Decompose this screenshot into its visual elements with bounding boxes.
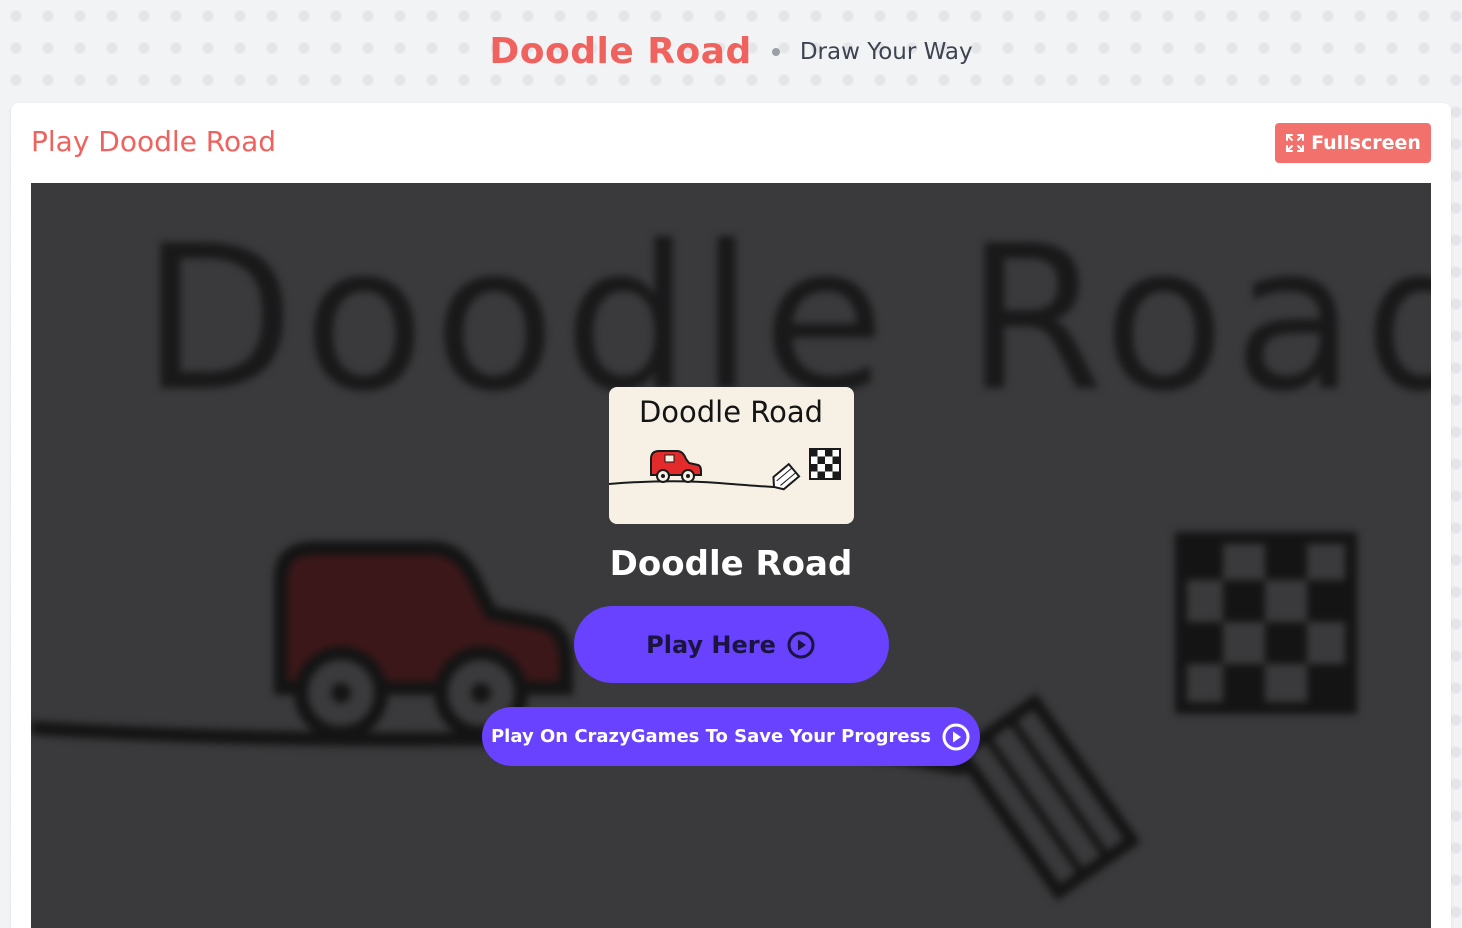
play-circle-icon bbox=[786, 630, 816, 660]
site-title[interactable]: Doodle Road bbox=[489, 31, 751, 72]
fullscreen-button[interactable]: Fullscreen bbox=[1275, 123, 1431, 163]
play-here-button[interactable]: Play Here bbox=[573, 606, 889, 683]
car-icon bbox=[649, 450, 702, 483]
site-header: Doodle Road Draw Your Way bbox=[0, 0, 1462, 103]
thumbnail-illustration bbox=[608, 448, 841, 491]
separator-dot bbox=[771, 47, 780, 56]
checkered-flag-icon bbox=[808, 448, 841, 480]
card-title: Play Doodle Road bbox=[31, 125, 277, 158]
play-on-crazygames-button[interactable]: Play On CrazyGames To Save Your Progress bbox=[482, 707, 980, 766]
expand-icon bbox=[1285, 133, 1305, 153]
play-here-label: Play Here bbox=[646, 630, 776, 659]
game-thumbnail: Doodle Road bbox=[608, 387, 854, 524]
game-name: Doodle Road bbox=[609, 544, 853, 584]
fullscreen-label: Fullscreen bbox=[1311, 132, 1421, 154]
pencil-icon bbox=[771, 462, 800, 491]
play-circle-icon bbox=[941, 722, 971, 752]
game-card: Play Doodle Road Fullscreen Doodle Road bbox=[11, 103, 1451, 928]
site-tagline: Draw Your Way bbox=[799, 38, 973, 65]
game-frame[interactable]: Doodle Road Doodle Road Doodle Road Play… bbox=[31, 183, 1431, 928]
play-on-crazygames-label: Play On CrazyGames To Save Your Progress bbox=[490, 726, 932, 747]
game-start-overlay: Doodle Road Doodle Road Play Here Play O… bbox=[31, 183, 1431, 928]
